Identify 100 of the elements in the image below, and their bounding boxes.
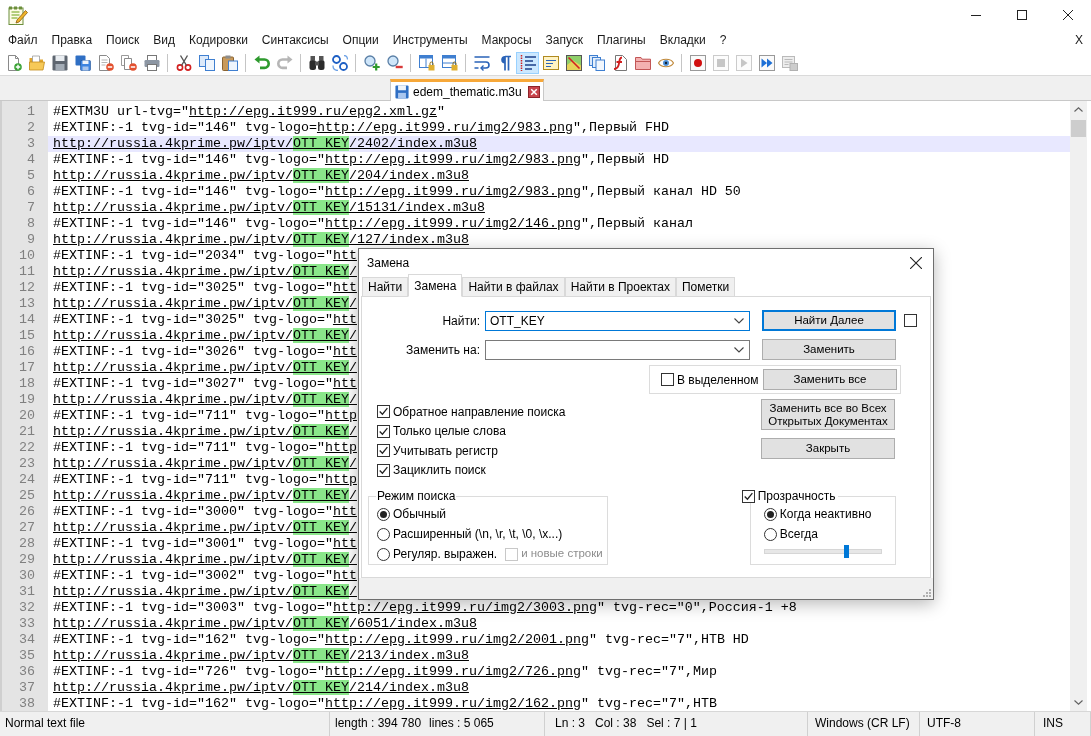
url-link[interactable]: http://epg.it999.ru/img2/983.png <box>316 120 573 135</box>
menu-item[interactable]: Синтаксисы <box>254 30 336 50</box>
close-icon[interactable] <box>527 85 540 98</box>
url-link[interactable]: http://russia.4kprime.pw/iptv/OTT_KEY/214/index.m3u8 <box>53 680 469 695</box>
url-link[interactable]: http://russia.4kprime.pw/iptv/OTT_KEY/127/index.m3u8 <box>53 232 469 247</box>
url-link[interactable]: http://russia.4kprime.pw/iptv/OTT_KEY/ <box>53 360 357 375</box>
url-link[interactable]: http://epg.it999.ru/img2/726.png <box>324 664 581 679</box>
dialog-button[interactable]: Заменить <box>762 339 896 360</box>
radio-button[interactable] <box>377 507 390 521</box>
url-link[interactable]: http://russia.4kprime.pw/iptv/OTT_KEY/ <box>53 328 357 343</box>
checkbox[interactable] <box>741 489 755 503</box>
status-text: Col : 38 <box>595 715 637 732</box>
url-link[interactable]: http://epg.it999.ru/img2/3003.png <box>332 600 597 615</box>
dialog-tab[interactable]: Найти <box>362 277 409 296</box>
status-text: Windows (CR LF) <box>815 715 910 732</box>
line-number: 3 <box>27 136 35 151</box>
url-link[interactable]: htt <box>332 312 357 327</box>
menu-item[interactable]: Кодировки <box>182 30 255 50</box>
url-link[interactable]: htt <box>332 280 357 295</box>
checkbox[interactable] <box>377 444 390 458</box>
search-field[interactable]: OTT_KEY <box>485 310 750 331</box>
menu-item[interactable]: Опции <box>335 30 386 50</box>
url-link[interactable]: http://epg.it999.ru/img2/983.png <box>324 152 581 167</box>
url-link[interactable]: http://epg.it999.ru/img2/983.png <box>324 184 581 199</box>
dialog-tab[interactable]: Пометки <box>676 277 736 296</box>
dialog-button[interactable]: Закрыть <box>761 438 895 459</box>
file-tab[interactable]: edem_thematic.m3u <box>390 79 544 101</box>
line-number: 19 <box>19 392 35 407</box>
status-text: Sel : 7 | 1 <box>646 715 697 732</box>
url-link[interactable]: http://epg.it999.ru/img2/146.png <box>324 216 581 231</box>
menu-item[interactable]: Запуск <box>538 30 591 50</box>
checkbox[interactable] <box>377 463 390 477</box>
code-line: #EXTINF:-1 tvg-id="162" tvg-logo="http://epg.it999.ru/img2/162.png" tvg-rec="7",НТВ <box>53 696 717 711</box>
url-link[interactable]: htt <box>332 344 357 359</box>
dialog-button[interactable]: Заменить все во Всех Открытых Документах <box>761 399 895 430</box>
url-link[interactable]: http://russia.4kprime.pw/iptv/OTT_KEY/6051/index.m3u8 <box>53 616 477 631</box>
vertical-scrollbar[interactable] <box>1070 101 1087 711</box>
menu-item[interactable]: Макросы <box>474 30 539 50</box>
radio-button[interactable] <box>763 507 777 521</box>
url-link[interactable]: http://russia.4kprime.pw/iptv/OTT_KEY/ <box>53 264 357 279</box>
url-link[interactable]: htt <box>332 504 357 519</box>
url-link[interactable]: http://russia.4kprime.pw/iptv/OTT_KEY/213/index.m3u8 <box>53 648 469 663</box>
checkbox[interactable] <box>377 405 390 419</box>
url-link[interactable]: http://russia.4kprime.pw/iptv/OTT_KEY/ <box>53 296 357 311</box>
radio-button[interactable] <box>377 527 390 541</box>
code-line: #EXTINF:-1 tvg-id="726" tvg-logo="http://epg.it999.ru/img2/726.png" tvg-rec="7",Мир <box>53 664 717 679</box>
resize-grip-icon[interactable] <box>921 587 931 597</box>
menu-item[interactable]: Плагины <box>590 30 653 50</box>
dialog-button[interactable]: Заменить все <box>763 369 897 390</box>
url-link[interactable]: http <box>324 408 357 423</box>
checkbox[interactable] <box>377 424 390 438</box>
status-text: Normal text file <box>5 715 86 732</box>
menu-item[interactable]: Поиск <box>99 30 147 50</box>
url-link[interactable]: http <box>324 440 357 455</box>
line-number: 13 <box>19 296 35 311</box>
menu-item[interactable]: Правка <box>44 30 100 50</box>
checkbox[interactable] <box>904 314 917 327</box>
field-label: Найти: <box>441 312 480 330</box>
menu-item[interactable]: ? <box>712 30 734 50</box>
url-link[interactable]: http://epg.it999.ru/img2/2001.png <box>324 632 589 647</box>
line-number: 5 <box>27 168 35 183</box>
replace-field[interactable] <box>485 339 750 360</box>
checkbox[interactable] <box>661 373 674 386</box>
scrollbar-thumb[interactable] <box>1071 120 1086 137</box>
url-link[interactable]: http://russia.4kprime.pw/iptv/OTT_KEY/2402/index.m3u8 <box>53 136 477 151</box>
url-link[interactable]: http <box>324 472 357 487</box>
url-link[interactable]: http://russia.4kprime.pw/iptv/OTT_KEY/ <box>53 424 357 439</box>
url-link[interactable]: http://russia.4kprime.pw/iptv/OTT_KEY/ <box>53 456 357 471</box>
url-link[interactable]: http://epg.it999.ru/epg2.xml.gz <box>189 104 437 119</box>
checkbox-label: и новые строки <box>521 546 603 562</box>
dialog-tab[interactable]: Найти в Проектах <box>564 277 676 296</box>
line-number: 2 <box>27 120 35 135</box>
menu-item[interactable]: Инструменты <box>385 30 475 50</box>
url-link[interactable]: htt <box>332 536 357 551</box>
url-link[interactable]: http://russia.4kprime.pw/iptv/OTT_KEY/204/index.m3u8 <box>53 168 469 183</box>
url-link[interactable]: http://russia.4kprime.pw/iptv/OTT_KEY/ <box>53 552 357 567</box>
url-link[interactable]: http://epg.it999.ru/img2/162.png <box>324 696 581 711</box>
menu-item[interactable]: Вкладки <box>652 30 713 50</box>
dialog-tab[interactable]: Найти в файлах <box>462 277 565 296</box>
slider-thumb[interactable] <box>843 545 849 558</box>
url-link[interactable]: http://russia.4kprime.pw/iptv/OTT_KEY/ <box>53 392 357 407</box>
menu-item[interactable]: Файл <box>1 30 45 50</box>
url-link[interactable]: http://russia.4kprime.pw/iptv/OTT_KEY/ <box>53 520 357 535</box>
dialog-tab[interactable]: Замена <box>408 274 463 297</box>
menu-item[interactable]: Вид <box>146 30 183 50</box>
line-number: 34 <box>19 632 35 647</box>
url-link[interactable]: http://russia.4kprime.pw/iptv/OTT_KEY/15131/index.m3u8 <box>53 200 485 215</box>
url-link[interactable]: htt <box>332 248 357 263</box>
dialog-button[interactable]: Найти Далее <box>762 310 896 331</box>
close-document-button[interactable]: X <box>1073 30 1085 50</box>
radio-button[interactable] <box>763 527 777 541</box>
line-number: 29 <box>19 552 35 567</box>
line-number: 22 <box>19 440 35 455</box>
url-link[interactable]: htt <box>332 376 357 391</box>
line-number: 25 <box>19 488 35 503</box>
url-link[interactable]: htt <box>332 568 357 583</box>
line-number: 35 <box>19 648 35 663</box>
url-link[interactable]: http://russia.4kprime.pw/iptv/OTT_KEY/ <box>53 584 357 599</box>
radio-button[interactable] <box>377 547 390 561</box>
url-link[interactable]: http://russia.4kprime.pw/iptv/OTT_KEY/ <box>53 488 357 503</box>
